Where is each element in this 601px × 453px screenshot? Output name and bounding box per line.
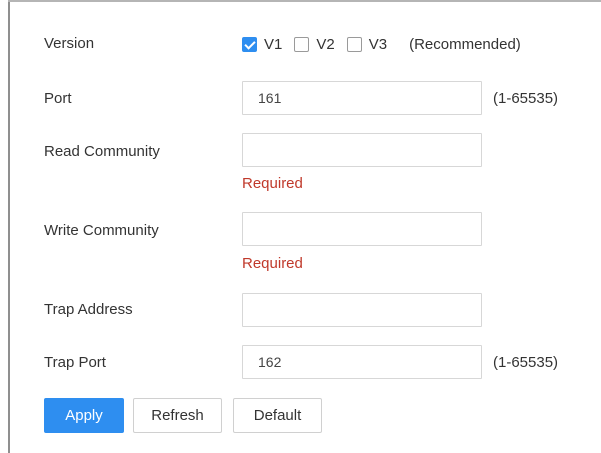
read-community-label: Read Community <box>44 143 160 160</box>
version-recommended-note: (Recommended) <box>409 35 521 53</box>
panel-top-border <box>8 0 601 2</box>
port-range-hint: (1-65535) <box>493 90 559 107</box>
port-label: Port <box>44 90 72 107</box>
refresh-button[interactable]: Refresh <box>133 398 222 433</box>
version-option-v2-label: V2 <box>316 35 335 53</box>
version-option-v3-label: V3 <box>368 35 388 53</box>
write-community-input[interactable] <box>242 212 482 246</box>
checkbox-unchecked-icon[interactable] <box>294 36 310 52</box>
checkbox-checked-icon[interactable] <box>242 36 257 52</box>
read-community-input[interactable] <box>242 133 482 167</box>
trap-port-range-hint: (1-65535) <box>493 354 559 371</box>
default-button[interactable]: Default <box>233 398 322 433</box>
version-option-v2[interactable]: V2 <box>294 35 335 53</box>
snmp-settings-panel: Version V1 V2 V3 (Recommended) Port 161 … <box>0 0 601 453</box>
panel-left-border <box>8 0 10 453</box>
port-input[interactable]: 161 <box>242 81 482 115</box>
trap-port-label: Trap Port <box>44 354 106 371</box>
version-checkbox-group: V1 V2 V3 (Recommended) <box>242 34 521 54</box>
trap-address-input[interactable] <box>242 293 482 327</box>
apply-button[interactable]: Apply <box>44 398 124 433</box>
trap-address-label: Trap Address <box>44 301 133 318</box>
write-community-label: Write Community <box>44 222 159 239</box>
version-option-v3[interactable]: V3 <box>346 35 388 53</box>
read-community-required-message: Required <box>242 175 303 192</box>
version-label: Version <box>44 35 95 52</box>
checkbox-unchecked-icon[interactable] <box>346 36 362 52</box>
version-option-v1-label: V1 <box>264 35 283 53</box>
trap-port-input[interactable]: 162 <box>242 345 482 379</box>
version-option-v1[interactable]: V1 <box>242 36 282 53</box>
write-community-required-message: Required <box>242 255 303 272</box>
